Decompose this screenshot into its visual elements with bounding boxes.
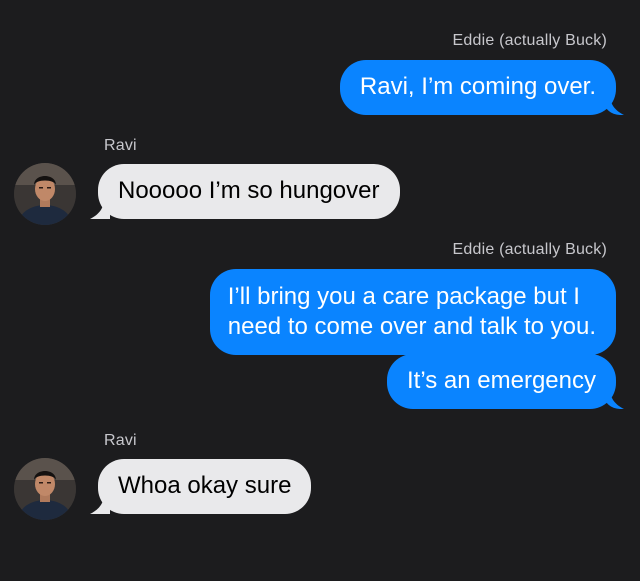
message-text-line: need to come over and talk to you. [227, 313, 596, 340]
message-bubble-outgoing[interactable]: Ravi, I’m coming over. [339, 60, 616, 115]
message-bubble-outgoing[interactable]: It’s an emergency [387, 354, 616, 409]
message-bubble-outgoing[interactable]: I’ll bring you a care package but I need… [209, 269, 616, 355]
sender-label-ravi: Ravi [104, 137, 137, 154]
ravi-avatar[interactable] [14, 458, 76, 520]
message-text: Ravi, I’m coming over. [359, 73, 596, 100]
message-text: Whoa okay sure [118, 472, 292, 499]
contact-photo-icon [14, 458, 76, 520]
message-bubble-incoming[interactable]: Whoa okay sure [98, 459, 312, 514]
sender-label-eddie: Eddie (actually Buck) [452, 32, 607, 49]
ravi-avatar[interactable] [14, 163, 76, 225]
contact-photo-icon [14, 163, 76, 225]
sender-label-eddie: Eddie (actually Buck) [452, 241, 607, 258]
message-bubble-incoming[interactable]: Nooooo I’m so hungover [98, 164, 400, 219]
sender-label-ravi: Ravi [104, 432, 137, 449]
message-text-line: I’ll bring you a care package but I [227, 283, 580, 310]
message-text: Nooooo I’m so hungover [118, 177, 380, 204]
message-text: It’s an emergency [407, 367, 596, 394]
